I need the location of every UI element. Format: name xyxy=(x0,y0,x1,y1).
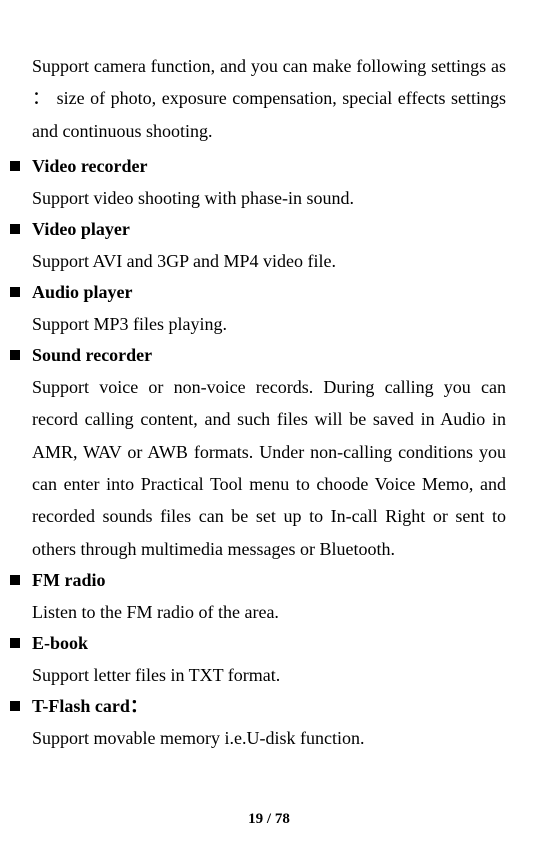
list-item: T-Flash card： Support movable memory i.e… xyxy=(32,691,506,754)
feature-list: Video recorder Support video shooting wi… xyxy=(32,151,506,754)
item-body: Support video shooting with phase-in sou… xyxy=(32,182,506,214)
bullet-icon xyxy=(10,701,20,711)
list-item: Sound recorder Support voice or non-voic… xyxy=(32,340,506,565)
item-body: Support letter files in TXT format. xyxy=(32,659,506,691)
list-item: E-book Support letter files in TXT forma… xyxy=(32,628,506,691)
item-heading: Audio player xyxy=(32,277,506,308)
page-number: 19 / 78 xyxy=(0,811,538,828)
page-current: 19 xyxy=(248,811,263,827)
item-body: Listen to the FM radio of the area. xyxy=(32,596,506,628)
item-body: Support voice or non-voice records. Duri… xyxy=(32,371,506,565)
list-item: Audio player Support MP3 files playing. xyxy=(32,277,506,340)
bullet-icon xyxy=(10,287,20,297)
intro-paragraph: Support camera function, and you can mak… xyxy=(32,50,506,147)
item-heading: FM radio xyxy=(32,565,506,596)
item-body: Support AVI and 3GP and MP4 video file. xyxy=(32,245,506,277)
list-item: FM radio Listen to the FM radio of the a… xyxy=(32,565,506,628)
bullet-icon xyxy=(10,638,20,648)
list-item: Video recorder Support video shooting wi… xyxy=(32,151,506,214)
list-item: Video player Support AVI and 3GP and MP4… xyxy=(32,214,506,277)
page-separator: / xyxy=(263,811,275,827)
item-heading: Sound recorder xyxy=(32,340,506,371)
item-body: Support MP3 files playing. xyxy=(32,308,506,340)
bullet-icon xyxy=(10,575,20,585)
item-heading: E-book xyxy=(32,628,506,659)
item-body: Support movable memory i.e.U-disk functi… xyxy=(32,722,506,754)
page-total: 78 xyxy=(275,811,290,827)
bullet-icon xyxy=(10,224,20,234)
item-heading: Video player xyxy=(32,214,506,245)
bullet-icon xyxy=(10,350,20,360)
item-heading: T-Flash card： xyxy=(32,691,506,722)
bullet-icon xyxy=(10,161,20,171)
item-heading: Video recorder xyxy=(32,151,506,182)
